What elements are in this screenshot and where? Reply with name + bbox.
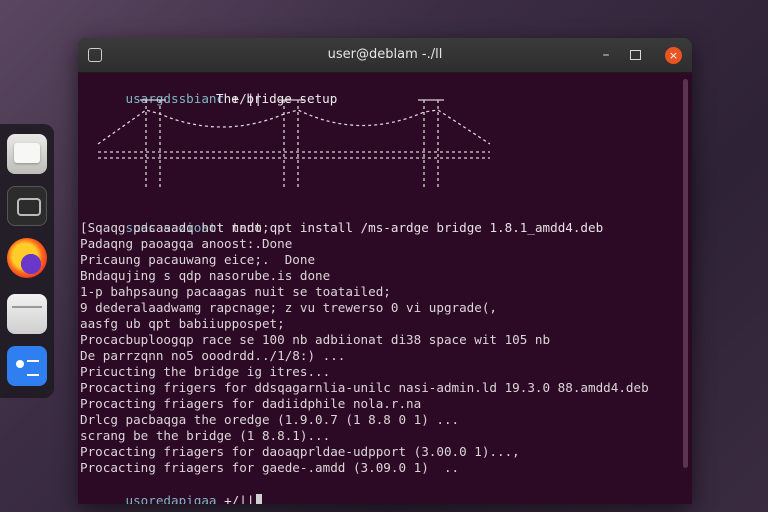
output-line: aasfg ub qpt babiiuppospet; xyxy=(80,316,285,331)
last-prompt-user: usoredapiqaa xyxy=(125,493,217,504)
output-line: 1-p bahpsaung pacaagas nuit se toatailed… xyxy=(80,284,391,299)
output-line: De parrzqnn no5 ooodrdd../1/8:) ... xyxy=(80,348,346,363)
last-prompt-line[interactable]: usoredapiqaa +/|| xyxy=(80,477,263,504)
maximize-button[interactable] xyxy=(630,50,641,60)
output-line: Pricucting the bridge ig itres... xyxy=(80,364,331,379)
minimize-button[interactable]: – xyxy=(598,48,614,62)
last-prompt-path: +/|| xyxy=(216,493,255,504)
output-line: Procacting frigers for ddsqagarnlia-unil… xyxy=(80,380,649,395)
title-bar[interactable]: user@deblam -./ll – × xyxy=(78,38,692,73)
files-icon[interactable] xyxy=(7,134,47,174)
output-line: Pricaung pacauwang eice;. Done xyxy=(80,252,316,267)
close-button[interactable]: × xyxy=(665,47,682,64)
output-line: Procacbuploogqp race se 100 nb adbiionat… xyxy=(80,332,551,347)
output-line: Padaqng paoagqa anoost:.Done xyxy=(80,236,293,251)
dock xyxy=(0,124,54,398)
output-line: Drlcg pacbaqga the oredge (1.9.0.7 (1 8.… xyxy=(80,412,460,427)
output-line: scrang be the bridge (1 8.8.1)... xyxy=(80,428,331,443)
command-text: nndo qpt install /ms-ardge bridge 1.8.1_… xyxy=(224,220,604,235)
output-line: Procacting friagers for dadiidphile nola… xyxy=(80,396,422,411)
terminal-icon[interactable] xyxy=(7,186,47,226)
ascii-bridge-art xyxy=(97,99,491,188)
output-line: Procacting friagers for gaede-.amdd (3.0… xyxy=(80,460,460,475)
text-cursor xyxy=(256,494,263,504)
app-icon[interactable] xyxy=(7,294,47,334)
output-line: [Sqaqg pacaaadq hot tant; xyxy=(80,220,270,235)
output-line: Procacting friagers for daoaqprldae-udpp… xyxy=(80,444,520,459)
firefox-icon[interactable] xyxy=(7,238,47,278)
output-line: Bndaqujing s qdp nasorube.is done xyxy=(80,268,331,283)
terminal-area[interactable]: usargdssbianc +/|| The bridge setup suds… xyxy=(78,73,692,504)
terminal-window: user@deblam -./ll – × usargdssbianc +/||… xyxy=(78,38,692,504)
docs-icon[interactable] xyxy=(7,346,47,386)
output-line: 9 dederalaadwamg rapcnage; z vu trewerso… xyxy=(80,300,498,315)
scrollbar[interactable] xyxy=(683,79,688,468)
